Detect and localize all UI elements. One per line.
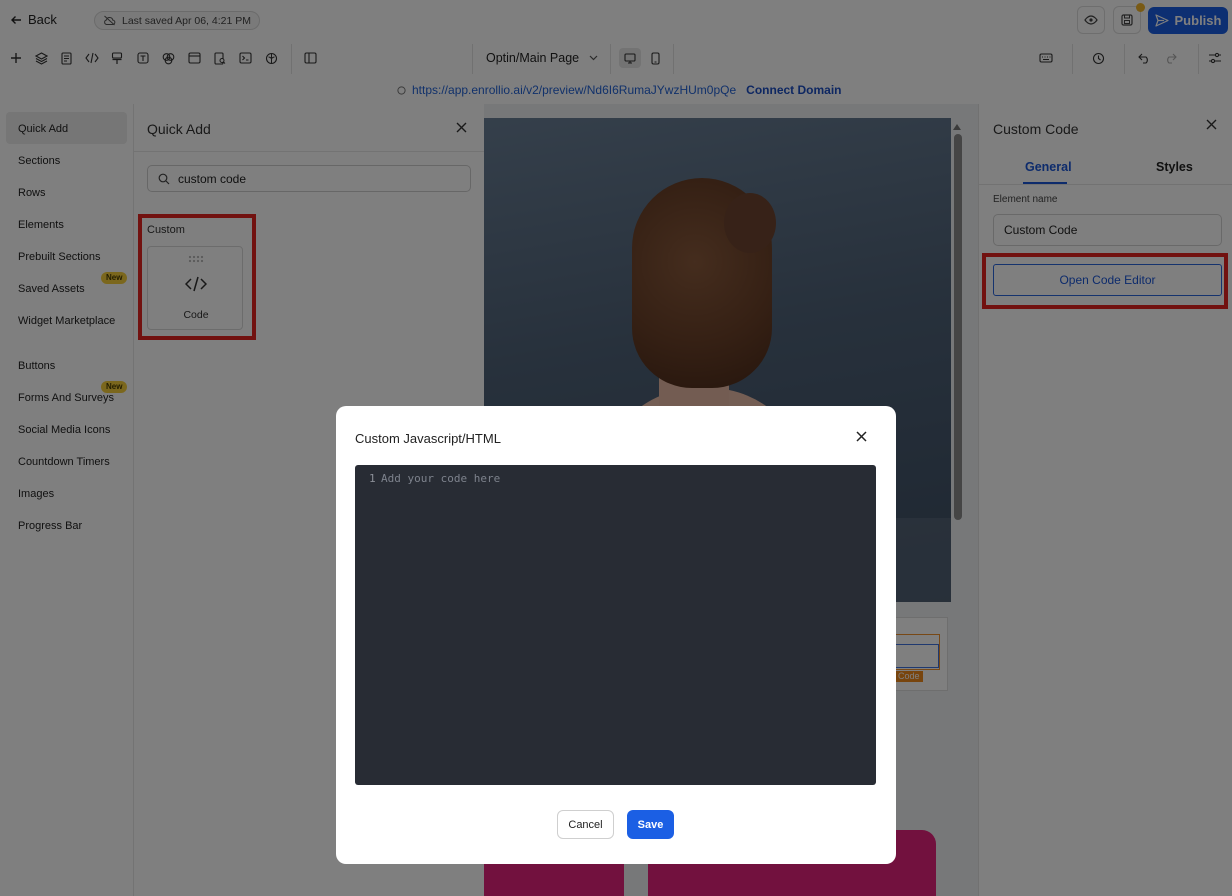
cancel-button[interactable]: Cancel — [557, 810, 614, 839]
save-label: Save — [637, 818, 664, 831]
line-number: 1 — [369, 472, 376, 485]
close-icon[interactable] — [856, 431, 867, 445]
cancel-label: Cancel — [568, 818, 603, 831]
save-button[interactable]: Save — [627, 810, 674, 839]
code-placeholder: Add your code here — [381, 472, 501, 485]
modal-title: Custom Javascript/HTML — [355, 431, 501, 446]
custom-code-modal: Custom Javascript/HTML 1 Add your code h… — [336, 406, 896, 864]
code-editor[interactable]: 1 Add your code here — [355, 465, 876, 785]
